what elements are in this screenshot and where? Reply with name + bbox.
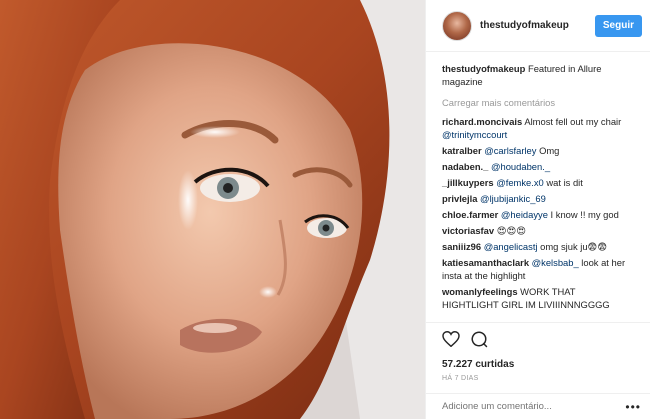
comments-list: thestudyofmakeup Featured in Allure maga… bbox=[426, 52, 650, 311]
post-time: HÁ 7 DIAS bbox=[442, 375, 479, 382]
post-actions: 57.227 curtidas HÁ 7 DIAS ••• bbox=[426, 322, 650, 419]
add-comment-bar: ••• bbox=[426, 393, 650, 419]
avatar[interactable] bbox=[442, 10, 472, 41]
comment-username[interactable]: saniiiz96 bbox=[442, 241, 481, 252]
comment-mention[interactable]: @heidayye bbox=[501, 209, 548, 220]
comment-mention[interactable]: @femke.x0 bbox=[496, 177, 544, 188]
comment-username[interactable]: katiesamanthaclark bbox=[442, 257, 529, 268]
comment-text-after: Omg bbox=[536, 145, 560, 156]
comment-item: katiesamanthaclark @kelsbab_ look at her… bbox=[442, 256, 634, 282]
portrait-image bbox=[0, 0, 425, 419]
comment-username[interactable]: richard.moncivais bbox=[442, 116, 522, 127]
comment-mention[interactable]: @houdaben._ bbox=[491, 161, 550, 172]
comment-input[interactable] bbox=[442, 401, 626, 412]
comment-item: richard.moncivais Almost fell out my cha… bbox=[442, 115, 634, 141]
comment-item: privlejla @ljubijankic_69 bbox=[442, 192, 634, 205]
follow-button[interactable]: Seguir bbox=[594, 14, 642, 37]
comment-text-after: I know !! my god bbox=[547, 209, 619, 220]
comment-mention[interactable]: @trinitymccourt bbox=[442, 129, 507, 140]
comment-item: chloe.farmer @heidayye I know !! my god bbox=[442, 208, 634, 221]
comment-mention[interactable]: @kelsbab_ bbox=[532, 257, 579, 268]
comment-username[interactable]: _jillkuypers bbox=[442, 177, 494, 188]
heart-icon[interactable] bbox=[442, 330, 460, 352]
comment-username[interactable]: katralber bbox=[442, 145, 482, 156]
comment-item: saniiiz96 @angelicastj omg sjuk ju😨😨 bbox=[442, 240, 634, 253]
comment-username[interactable]: victoriasfav bbox=[442, 225, 494, 236]
post-photo[interactable] bbox=[0, 0, 425, 419]
caption: thestudyofmakeup Featured in Allure maga… bbox=[442, 62, 634, 88]
comment-mention[interactable]: @angelicastj bbox=[484, 241, 538, 252]
comment-item: victoriasfav 😍😍😍 bbox=[442, 224, 634, 237]
comment-username[interactable]: chloe.farmer bbox=[442, 209, 498, 220]
comment-item: _jillkuypers @femke.x0 wat is dit bbox=[442, 176, 634, 189]
comment-text: Almost fell out my chair bbox=[522, 116, 622, 127]
comment-text: 😍😍😍 bbox=[494, 225, 527, 236]
caption-username[interactable]: thestudyofmakeup bbox=[442, 63, 525, 74]
comment-text-after: omg sjuk ju😨😨 bbox=[537, 241, 608, 252]
comment-item: nadaben._ @houdaben._ bbox=[442, 160, 634, 173]
comment-item: katralber @carlsfarley Omg bbox=[442, 144, 634, 157]
post-header: thestudyofmakeup Seguir bbox=[426, 0, 650, 52]
comment-item: womanlyfeelings WORK THAT HIGHTLIGHT GIR… bbox=[442, 285, 634, 311]
more-options-icon[interactable]: ••• bbox=[625, 400, 641, 414]
comment-username[interactable]: womanlyfeelings bbox=[442, 286, 518, 297]
comment-mention[interactable]: @carlsfarley bbox=[484, 145, 536, 156]
comment-username[interactable]: privlejla bbox=[442, 193, 477, 204]
load-more-comments-link[interactable]: Carregar mais comentários bbox=[442, 96, 634, 109]
comment-username[interactable]: nadaben._ bbox=[442, 161, 488, 172]
header-username[interactable]: thestudyofmakeup bbox=[480, 20, 595, 31]
post-side-panel: thestudyofmakeup Seguir thestudyofmakeup… bbox=[425, 0, 650, 419]
comment-text-after: wat is dit bbox=[543, 177, 583, 188]
comment-mention[interactable]: @ljubijankic_69 bbox=[480, 193, 546, 204]
comment-icon[interactable] bbox=[470, 330, 488, 353]
likes-count[interactable]: 57.227 curtidas bbox=[442, 359, 635, 370]
